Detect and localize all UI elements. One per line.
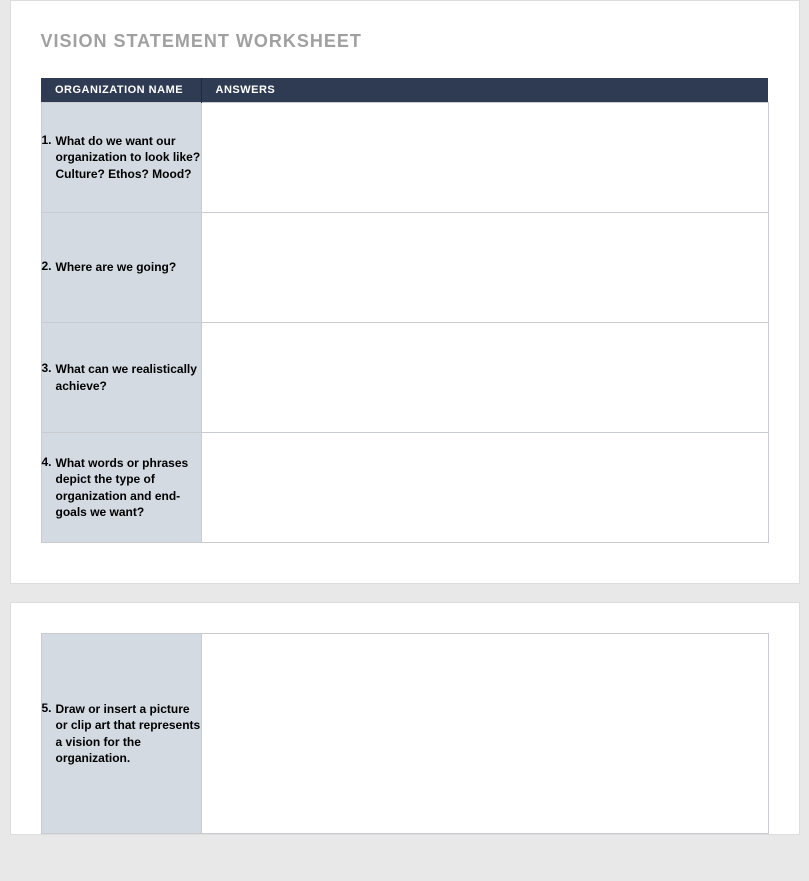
page-title: VISION STATEMENT WORKSHEET — [41, 31, 769, 52]
answer-cell-5[interactable] — [201, 634, 768, 834]
question-cell-1: 1. What do we want our organization to l… — [41, 103, 201, 213]
worksheet-table: ORGANIZATION NAME ANSWERS 1. What do we … — [41, 78, 769, 543]
question-number: 2. — [42, 259, 52, 273]
table-row: 5. Draw or insert a picture or clip art … — [41, 634, 768, 834]
worksheet-page-2: 5. Draw or insert a picture or clip art … — [10, 602, 800, 835]
table-row: 1. What do we want our organization to l… — [41, 103, 768, 213]
answer-cell-4[interactable] — [201, 433, 768, 543]
question-number: 5. — [42, 701, 52, 715]
question-number: 4. — [42, 455, 52, 469]
worksheet-table-continued: 5. Draw or insert a picture or clip art … — [41, 633, 769, 834]
table-row: 4. What words or phrases depict the type… — [41, 433, 768, 543]
question-cell-4: 4. What words or phrases depict the type… — [41, 433, 201, 543]
question-text: What do we want our organization to look… — [56, 133, 201, 182]
table-row: 3. What can we realistically achieve? — [41, 323, 768, 433]
question-text: What words or phrases depict the type of… — [56, 455, 201, 520]
question-cell-5: 5. Draw or insert a picture or clip art … — [41, 634, 201, 834]
header-answers: ANSWERS — [201, 78, 768, 103]
worksheet-page-1: VISION STATEMENT WORKSHEET ORGANIZATION … — [10, 0, 800, 584]
question-number: 1. — [42, 133, 52, 147]
answer-cell-2[interactable] — [201, 213, 768, 323]
answer-cell-1[interactable] — [201, 103, 768, 213]
table-header-row: ORGANIZATION NAME ANSWERS — [41, 78, 768, 103]
question-cell-2: 2. Where are we going? — [41, 213, 201, 323]
question-text: Draw or insert a picture or clip art tha… — [56, 701, 201, 766]
question-cell-3: 3. What can we realistically achieve? — [41, 323, 201, 433]
answer-cell-3[interactable] — [201, 323, 768, 433]
header-organization-name: ORGANIZATION NAME — [41, 78, 201, 103]
question-text: What can we realistically achieve? — [56, 361, 201, 393]
question-text: Where are we going? — [56, 259, 177, 275]
question-number: 3. — [42, 361, 52, 375]
table-row: 2. Where are we going? — [41, 213, 768, 323]
